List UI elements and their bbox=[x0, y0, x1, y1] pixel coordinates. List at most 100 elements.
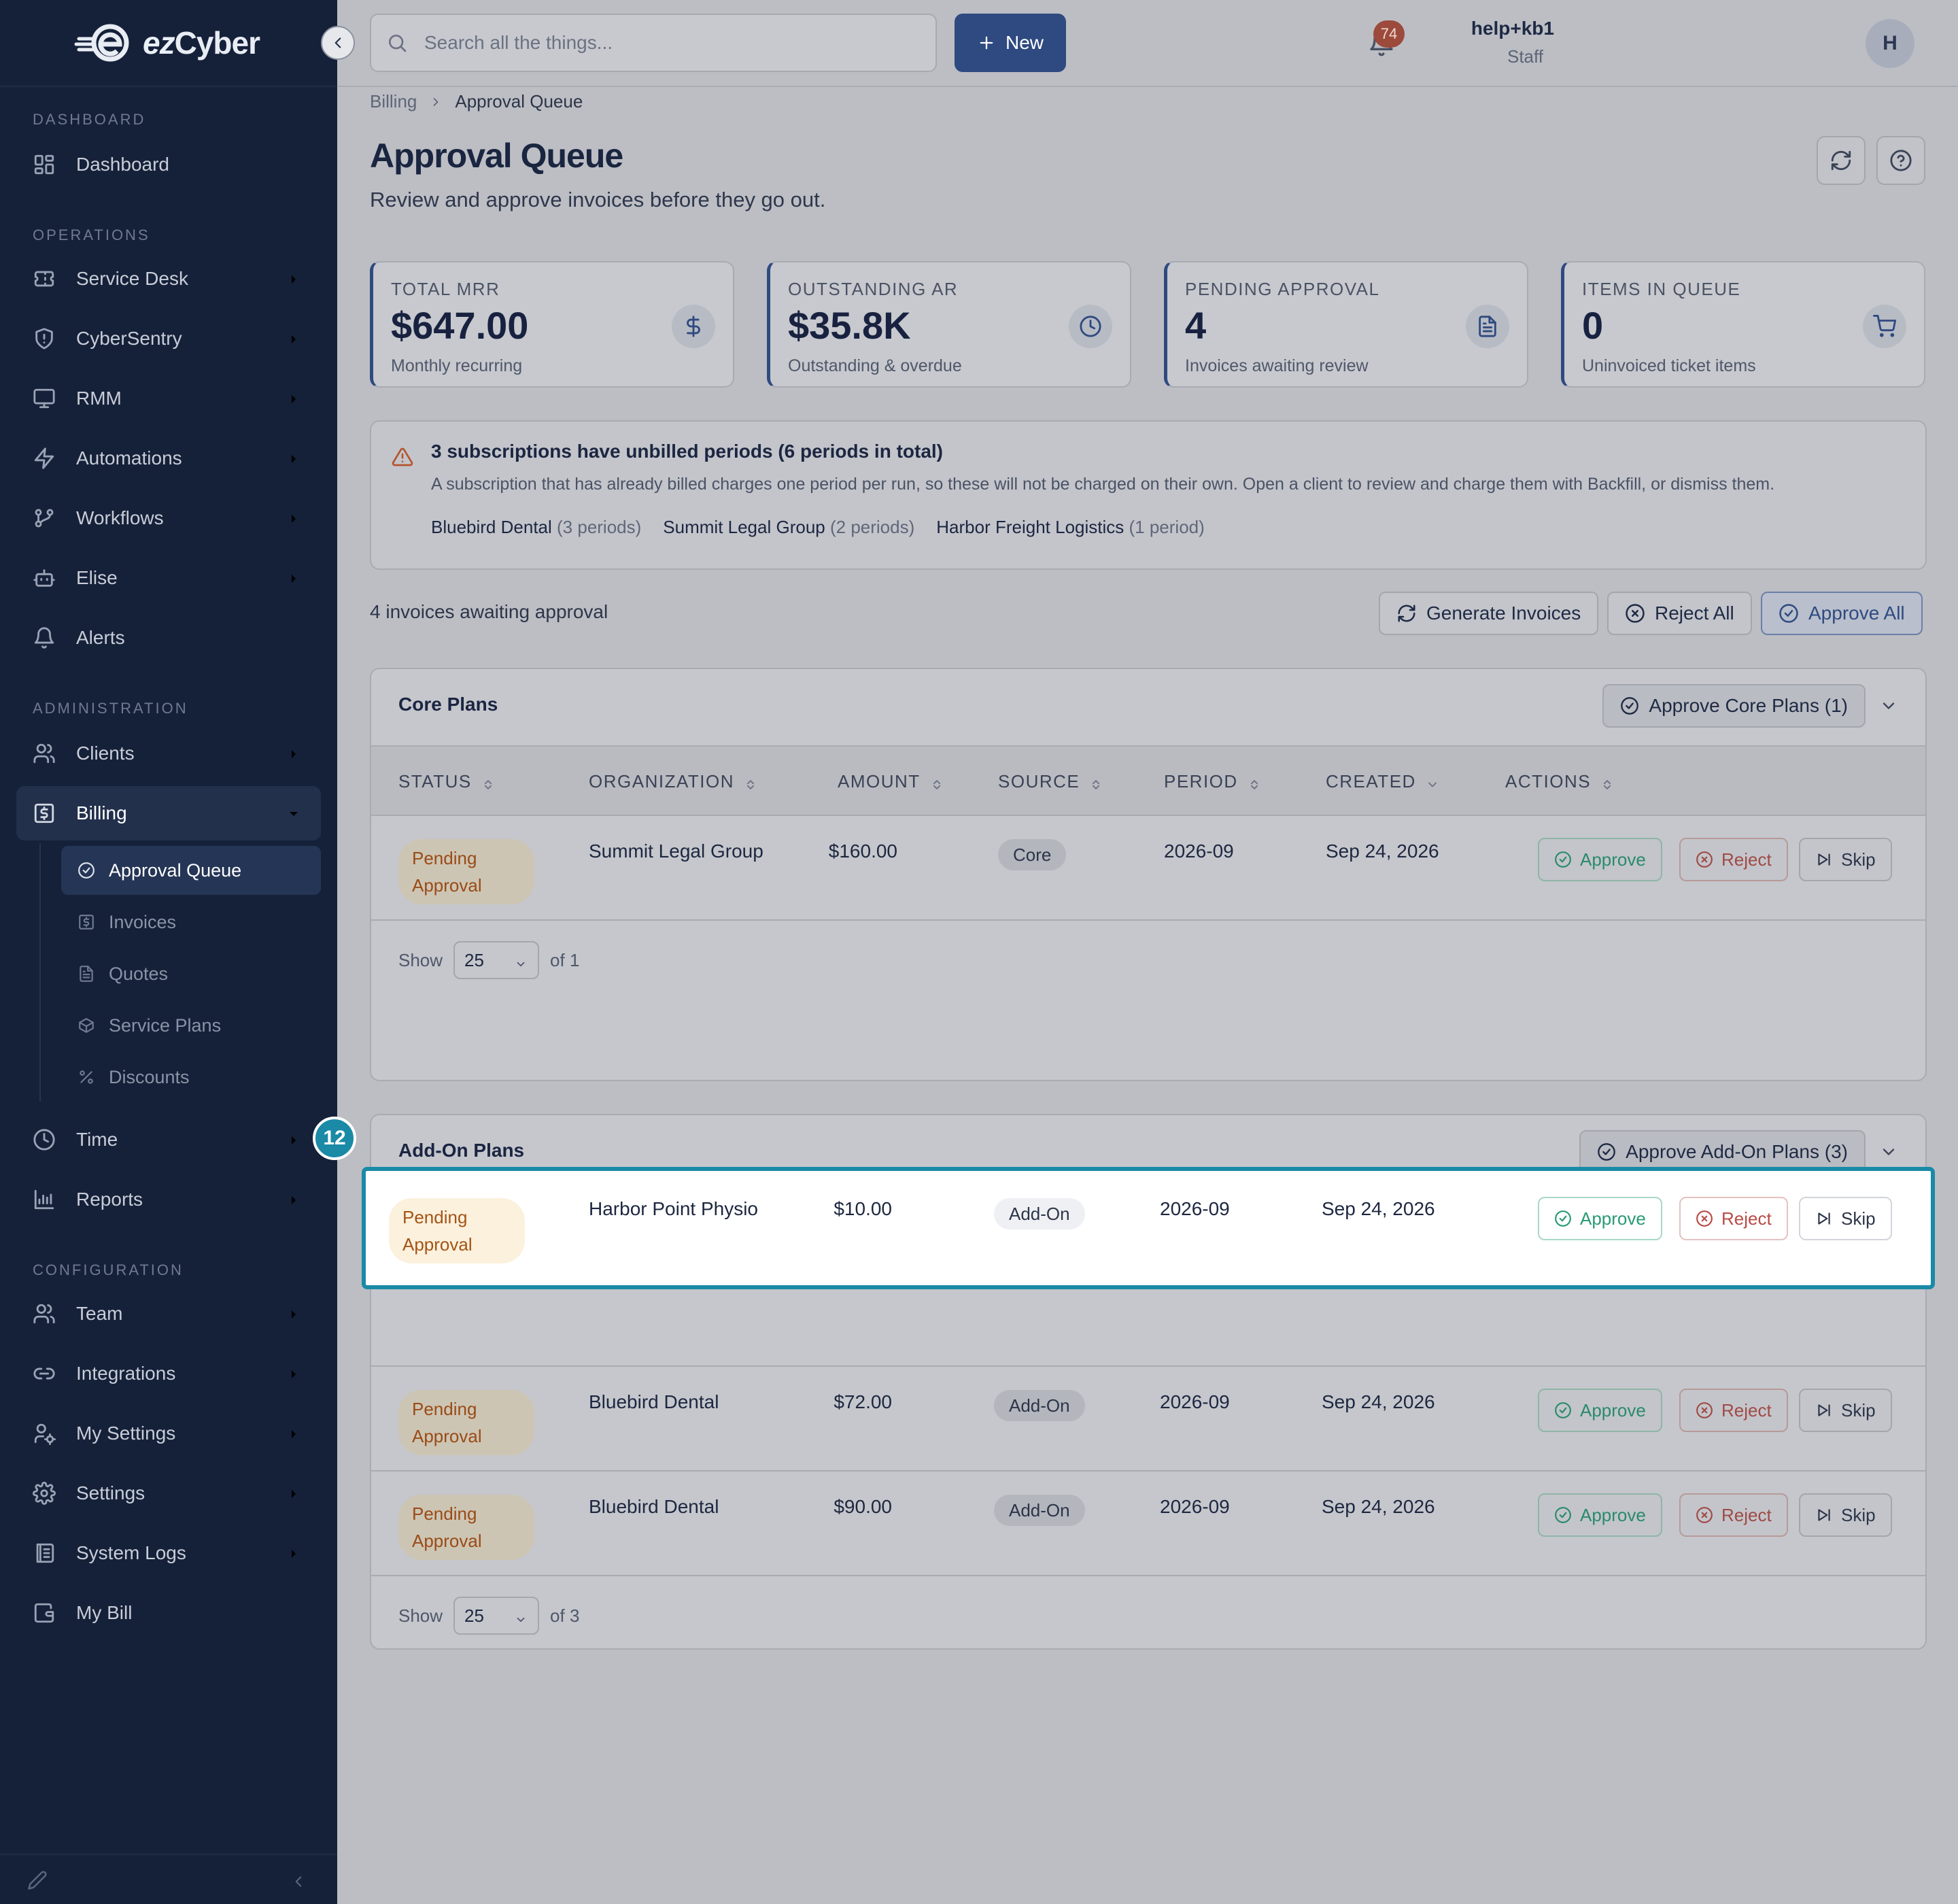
approve-button[interactable]: Approve bbox=[1538, 1493, 1662, 1537]
sidebar-item-automations[interactable]: Automations bbox=[0, 431, 337, 486]
reject-button[interactable]: Reject bbox=[1679, 838, 1788, 881]
sort-icon bbox=[930, 775, 944, 789]
alert-body: A subscription that has already billed c… bbox=[431, 475, 1775, 494]
column-header-status[interactable]: STATUS bbox=[398, 771, 495, 792]
approve-button[interactable]: Approve bbox=[1538, 1197, 1662, 1240]
sidebar-item-alerts[interactable]: Alerts bbox=[0, 611, 337, 665]
sidebar-item-elise[interactable]: Elise bbox=[0, 551, 337, 605]
help-button[interactable] bbox=[1876, 136, 1925, 185]
sidebar-item-settings[interactable]: Settings bbox=[0, 1466, 337, 1520]
sidebar-item-integrations[interactable]: Integrations bbox=[0, 1346, 337, 1401]
reject-all-button[interactable]: Reject All bbox=[1607, 592, 1752, 635]
lightning-icon bbox=[33, 447, 56, 470]
sidebar-item-cybersentry[interactable]: CyberSentry bbox=[0, 311, 337, 366]
sidebar-item-workflows[interactable]: Workflows bbox=[0, 491, 337, 545]
invoice-icon bbox=[78, 913, 95, 931]
page-size-select[interactable]: 25 bbox=[453, 1597, 540, 1635]
page-subtitle: Review and approve invoices before they … bbox=[370, 188, 826, 211]
brand-logo[interactable]: ezCyber bbox=[0, 0, 355, 87]
section-label-configuration: CONFIGURATION bbox=[33, 1261, 184, 1278]
clock-icon bbox=[1069, 305, 1112, 348]
organization-cell: Summit Legal Group bbox=[589, 840, 763, 862]
search-icon bbox=[386, 32, 408, 54]
sidebar-item-dashboard[interactable]: Dashboard bbox=[0, 137, 337, 192]
generate-invoices-button[interactable]: Generate Invoices bbox=[1379, 592, 1599, 635]
table-row[interactable]: Pending Approval Bluebird Dental $72.00 … bbox=[371, 1367, 1925, 1472]
skip-button[interactable]: Skip bbox=[1799, 1493, 1892, 1537]
breadcrumb-billing[interactable]: Billing bbox=[370, 91, 417, 112]
sidebar-item-clients[interactable]: Clients bbox=[0, 726, 337, 781]
highlighted-table-row[interactable]: Pending Approval Harbor Point Physio $10… bbox=[362, 1167, 1935, 1289]
x-circle-icon bbox=[1696, 1401, 1713, 1419]
status-badge: Pending Approval bbox=[398, 1495, 534, 1560]
chevron-right-icon bbox=[286, 1545, 302, 1561]
source-badge: Add-On bbox=[994, 1390, 1085, 1421]
user-settings-icon bbox=[33, 1422, 56, 1445]
chevron-right-icon bbox=[286, 1132, 302, 1148]
chevron-down-icon[interactable] bbox=[1879, 1142, 1898, 1161]
chevron-right-icon bbox=[286, 450, 302, 466]
sidebar-item-system-logs[interactable]: System Logs bbox=[0, 1526, 337, 1580]
reject-button[interactable]: Reject bbox=[1679, 1389, 1788, 1432]
column-header-organization[interactable]: ORGANIZATION bbox=[589, 771, 757, 792]
column-header-period[interactable]: PERIOD bbox=[1164, 771, 1261, 792]
help-circle-icon bbox=[1889, 149, 1912, 172]
check-circle-icon bbox=[1597, 1142, 1616, 1161]
sidebar-subitem-discounts[interactable]: Discounts bbox=[61, 1053, 321, 1102]
x-circle-icon bbox=[1625, 603, 1645, 624]
step-marker-badge: 12 bbox=[313, 1117, 356, 1160]
sidebar-item-my-settings[interactable]: My Settings bbox=[0, 1406, 337, 1461]
sidebar: ezCyber DASHBOARD Dashboard OPERATIONS S… bbox=[0, 0, 355, 1904]
table-row[interactable]: Pending Approval Summit Legal Group $160… bbox=[371, 816, 1925, 921]
warning-icon bbox=[392, 446, 413, 468]
skip-button[interactable]: Skip bbox=[1799, 1389, 1892, 1432]
refresh-button[interactable] bbox=[1817, 136, 1866, 185]
search-input[interactable]: Search all the things... bbox=[370, 14, 937, 72]
stat-card-items-in-queue: ITEMS IN QUEUE 0 Uninvoiced ticket items bbox=[1561, 261, 1925, 388]
skip-button[interactable]: Skip bbox=[1799, 838, 1892, 881]
sidebar-item-my-bill[interactable]: My Bill bbox=[0, 1586, 337, 1640]
chevron-down-icon[interactable] bbox=[1879, 696, 1898, 715]
sidebar-subitem-invoices[interactable]: Invoices bbox=[61, 898, 321, 947]
sidebar-footer bbox=[0, 1854, 337, 1904]
created-cell: Sep 24, 2026 bbox=[1322, 1496, 1435, 1517]
sidebar-item-reports[interactable]: Reports bbox=[0, 1172, 337, 1227]
approve-core-plans-button[interactable]: Approve Core Plans (1) bbox=[1602, 684, 1866, 728]
column-header-amount[interactable]: AMOUNT bbox=[838, 771, 944, 792]
column-header-created[interactable]: CREATED bbox=[1326, 771, 1439, 792]
sidebar-subitem-quotes[interactable]: Quotes bbox=[61, 949, 321, 998]
column-header-source[interactable]: SOURCE bbox=[998, 771, 1103, 792]
document-icon bbox=[1466, 305, 1509, 348]
pen-icon[interactable] bbox=[27, 1870, 48, 1890]
skip-button[interactable]: Skip bbox=[1799, 1197, 1892, 1240]
alert-chip[interactable]: Bluebird Dental (3 periods) bbox=[431, 517, 641, 538]
sidebar-item-service-desk[interactable]: Service Desk bbox=[0, 252, 337, 306]
chevron-left-icon[interactable] bbox=[290, 1873, 307, 1890]
sidebar-subitem-approval-queue[interactable]: Approval Queue bbox=[61, 846, 321, 895]
approve-all-button[interactable]: Approve All bbox=[1761, 592, 1923, 635]
x-circle-icon bbox=[1696, 1210, 1713, 1227]
page-size-select[interactable]: 25 bbox=[453, 941, 540, 979]
alert-chip[interactable]: Harbor Freight Logistics (1 period) bbox=[936, 517, 1205, 538]
alert-chip[interactable]: Summit Legal Group (2 periods) bbox=[663, 517, 914, 538]
check-circle-icon bbox=[1554, 1506, 1572, 1524]
avatar[interactable]: H bbox=[1866, 19, 1914, 68]
reject-button[interactable]: Reject bbox=[1679, 1493, 1788, 1537]
chevron-right-icon bbox=[286, 330, 302, 347]
sidebar-item-time[interactable]: Time bbox=[0, 1112, 337, 1167]
chevron-right-icon bbox=[286, 1306, 302, 1322]
approve-button[interactable]: Approve bbox=[1538, 1389, 1662, 1432]
table-row[interactable]: Pending Approval Bluebird Dental $90.00 … bbox=[371, 1472, 1925, 1576]
chevron-right-icon bbox=[429, 95, 443, 109]
page-title: Approval Queue bbox=[370, 137, 623, 175]
new-button[interactable]: New bbox=[955, 14, 1066, 72]
workflow-branch-icon bbox=[33, 507, 56, 530]
panel-title: Add-On Plans bbox=[398, 1140, 525, 1161]
sidebar-item-team[interactable]: Team bbox=[0, 1287, 337, 1341]
created-cell: Sep 24, 2026 bbox=[1322, 1391, 1435, 1412]
sidebar-item-billing[interactable]: Billing bbox=[16, 786, 321, 840]
sidebar-item-rmm[interactable]: RMM bbox=[0, 371, 337, 426]
approve-button[interactable]: Approve bbox=[1538, 838, 1662, 881]
reject-button[interactable]: Reject bbox=[1679, 1197, 1788, 1240]
sidebar-subitem-service-plans[interactable]: Service Plans bbox=[61, 1001, 321, 1050]
